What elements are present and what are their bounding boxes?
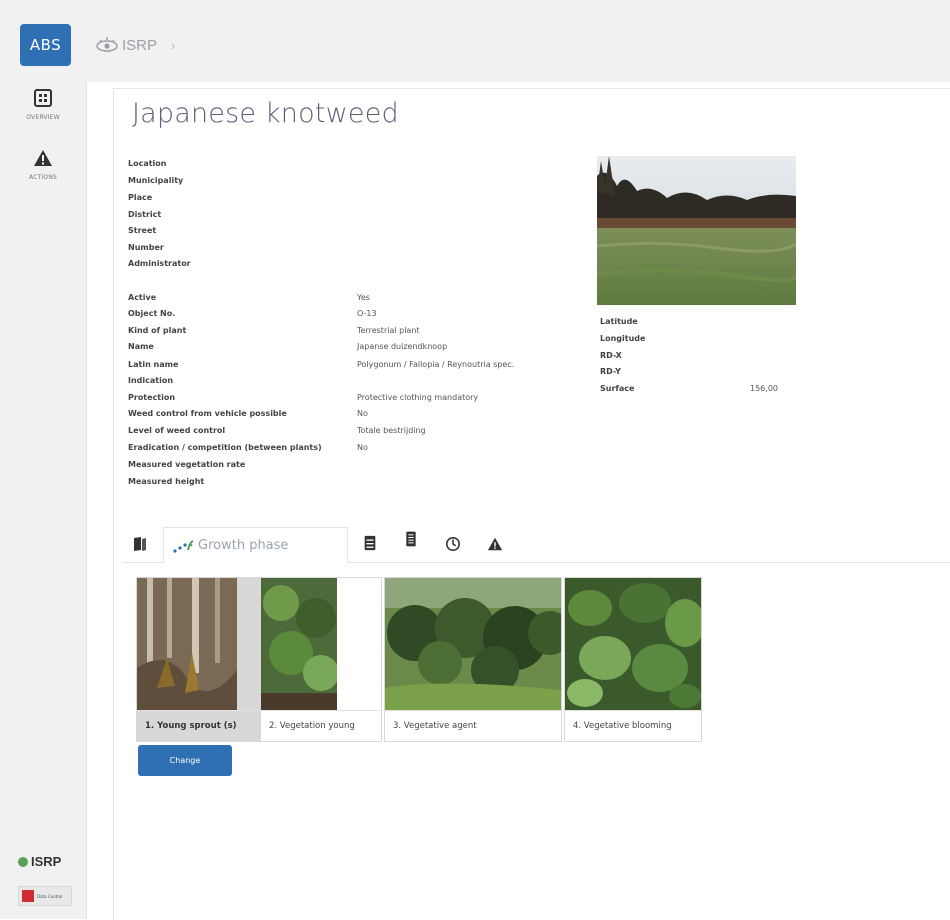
phase-photo (385, 578, 561, 710)
field-label: Kind of plant (128, 326, 187, 335)
phase-card[interactable]: 1. Young sprout (s) (136, 577, 260, 742)
field-label: Latin name (128, 360, 179, 369)
field-value: No (357, 443, 368, 452)
field-label: RD-Y (600, 367, 621, 376)
tab-growth-phase[interactable]: Growth phase (163, 527, 348, 564)
field-label: Indication (128, 376, 174, 385)
field-label: Municipality (128, 176, 184, 185)
field-label: Latitude (600, 317, 638, 326)
field-label: Place (128, 193, 153, 202)
overview-grid-icon (34, 89, 52, 107)
field-label: Number (128, 243, 164, 252)
sidebar-item-overview[interactable]: OVERVIEW (0, 88, 86, 121)
topbar (86, 0, 950, 82)
field-label: Active (128, 293, 157, 302)
phase-label: 3. Vegetative agent (385, 710, 561, 741)
report-icon[interactable] (403, 531, 419, 547)
brand-logo: ISRP (18, 854, 61, 869)
page-title: Japanese knotweed (132, 98, 399, 129)
sidebar-item-label: ACTIONS (28, 174, 58, 181)
field-value: Japanse duizendknoop (357, 342, 448, 351)
field-value: No (357, 409, 368, 418)
field-value: Totale bestrijding (357, 426, 426, 435)
phase-label: 2. Vegetation young (261, 710, 381, 741)
phase-label: 1. Young sprout (s) (137, 710, 259, 741)
app-logo[interactable]: ABS (20, 24, 71, 66)
growth-icon (173, 539, 194, 553)
breadcrumb[interactable]: ISRP › (95, 36, 175, 54)
field-value: Terrestrial plant (357, 326, 420, 335)
field-value: Protective clothing mandatory (357, 393, 479, 402)
brand-name: ISRP (31, 854, 62, 869)
field-label: Eradication / competition (between plant… (128, 443, 322, 452)
tab-label: Growth phase (198, 538, 289, 553)
partner-logo-icon (22, 890, 34, 902)
change-button[interactable]: Change (138, 745, 232, 776)
document-icon[interactable] (362, 535, 378, 551)
field-label: Protection (128, 393, 176, 402)
field-label: Object No. (128, 309, 176, 318)
field-label: Location (128, 159, 167, 168)
field-label: District (128, 210, 162, 219)
field-label: Measured vegetation rate (128, 460, 246, 469)
book-icon[interactable] (132, 536, 148, 552)
phase-card[interactable]: 3. Vegetative agent (384, 577, 562, 742)
partner-logo: Data Control (18, 886, 72, 906)
phase-photo (137, 578, 237, 710)
partner-name: Data Control (37, 893, 63, 899)
sidebar-item-actions[interactable]: ACTIONS (0, 148, 86, 181)
field-label: Measured height (128, 477, 205, 486)
eye-icon (96, 37, 118, 52)
sidebar-item-label: OVERVIEW (26, 114, 60, 121)
field-label: Street (128, 226, 157, 235)
field-value: Polygonum / Fallopia / Reynoutria spec. (357, 360, 515, 369)
brand-dot-icon (18, 856, 28, 867)
breadcrumb-separator: › (171, 37, 176, 53)
field-label: Surface (600, 384, 635, 393)
field-label: Longitude (600, 334, 646, 343)
field-value: O-13 (357, 309, 377, 318)
location-photo[interactable] (597, 156, 796, 305)
warning-icon[interactable] (487, 536, 503, 552)
clock-icon[interactable] (445, 536, 461, 552)
field-value: 156,00 (750, 384, 778, 393)
field-label: Weed control from vehicle possible (128, 409, 287, 418)
field-label: Level of weed control (128, 426, 226, 435)
phase-label: 4. Vegetative blooming (565, 710, 701, 741)
field-label: RD-X (600, 351, 622, 360)
sidebar: ABS OVERVIEW ACTIONS ISRP Data Control (0, 0, 87, 919)
phase-photo (261, 578, 337, 710)
field-value: Yes (357, 293, 370, 302)
phase-card[interactable]: 4. Vegetative blooming (564, 577, 702, 742)
phase-card[interactable]: 2. Vegetation young (260, 577, 382, 742)
breadcrumb-item[interactable]: ISRP (122, 37, 157, 54)
phase-photo (565, 578, 701, 710)
warning-triangle-icon (34, 150, 52, 166)
field-label: Administrator (128, 259, 191, 268)
field-label: Name (128, 342, 154, 351)
